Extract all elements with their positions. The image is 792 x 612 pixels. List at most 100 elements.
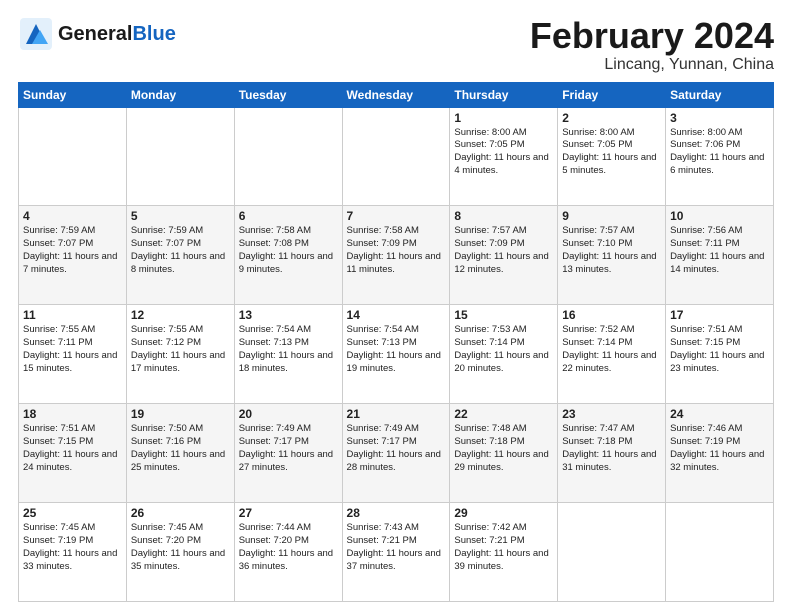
day-number: 6 <box>239 209 338 223</box>
calendar-cell: 28Sunrise: 7:43 AM Sunset: 7:21 PM Dayli… <box>342 503 450 602</box>
day-info: Sunrise: 7:58 AM Sunset: 7:08 PM Dayligh… <box>239 225 338 276</box>
col-header-saturday: Saturday <box>666 82 774 107</box>
calendar-cell: 6 Sunrise: 7:58 AM Sunset: 7:08 PM Daylig… <box>234 206 342 305</box>
calendar-cell: 23 Sunrise: 7:47 AM Sunset: 7:18 PM Dayli… <box>558 404 666 503</box>
day-number: 9 <box>562 209 661 223</box>
day-info: Sunrise: 7:44 AM Sunset: 7:20 PM Dayligh… <box>239 522 338 573</box>
calendar-header-row: SundayMondayTuesdayWednesdayThursdayFrid… <box>19 82 774 107</box>
day-number: 20 <box>239 407 338 421</box>
col-header-sunday: Sunday <box>19 82 127 107</box>
location: Lincang, Yunnan, China <box>530 56 774 74</box>
calendar-cell: 9 Sunrise: 7:57 AM Sunset: 7:10 PM Daylig… <box>558 206 666 305</box>
day-info: Sunrise: 7:58 AM Sunset: 7:09 PM Dayligh… <box>347 225 446 276</box>
calendar-cell: 11 Sunrise: 7:55 AM Sunset: 7:11 PM Dayli… <box>19 305 127 404</box>
day-number: 1 <box>454 111 553 125</box>
day-number: 16 <box>562 308 661 322</box>
day-number: 29 <box>454 506 553 520</box>
calendar-body: 1 Sunrise: 8:00 AM Sunset: 7:05 PM Daylig… <box>19 107 774 601</box>
calendar-cell: 15 Sunrise: 7:53 AM Sunset: 7:14 PM Dayli… <box>450 305 558 404</box>
day-number: 27 <box>239 506 338 520</box>
day-info: Sunrise: 7:46 AM Sunset: 7:19 PM Dayligh… <box>670 423 769 474</box>
calendar-cell <box>342 107 450 206</box>
calendar-cell: 22Sunrise: 7:48 AM Sunset: 7:18 PM Dayli… <box>450 404 558 503</box>
calendar-week-3: 11 Sunrise: 7:55 AM Sunset: 7:11 PM Dayli… <box>19 305 774 404</box>
calendar-cell: 29 Sunrise: 7:42 AM Sunset: 7:21 PM Dayli… <box>450 503 558 602</box>
col-header-monday: Monday <box>126 82 234 107</box>
day-number: 13 <box>239 308 338 322</box>
day-number: 11 <box>23 308 122 322</box>
day-info: Sunrise: 8:00 AM Sunset: 7:05 PM Dayligh… <box>454 127 553 178</box>
day-info: Sunrise: 7:59 AM Sunset: 7:07 PM Dayligh… <box>131 225 230 276</box>
day-number: 15 <box>454 308 553 322</box>
day-info: Sunrise: 7:54 AM Sunset: 7:13 PM Dayligh… <box>347 324 446 375</box>
day-info: Sunrise: 7:51 AM Sunset: 7:15 PM Dayligh… <box>23 423 122 474</box>
day-info: Sunrise: 7:53 AM Sunset: 7:14 PM Dayligh… <box>454 324 553 375</box>
logo-icon <box>18 16 54 52</box>
title-block: February 2024 Lincang, Yunnan, China <box>530 16 774 74</box>
calendar-cell: 4 Sunrise: 7:59 AM Sunset: 7:07 PM Daylig… <box>19 206 127 305</box>
day-number: 3 <box>670 111 769 125</box>
day-info: Sunrise: 7:57 AM Sunset: 7:09 PM Dayligh… <box>454 225 553 276</box>
calendar-cell: 20 Sunrise: 7:49 AM Sunset: 7:17 PM Dayli… <box>234 404 342 503</box>
day-info: Sunrise: 7:52 AM Sunset: 7:14 PM Dayligh… <box>562 324 661 375</box>
col-header-friday: Friday <box>558 82 666 107</box>
day-number: 24 <box>670 407 769 421</box>
logo-general: General <box>58 23 132 45</box>
calendar-page: GeneralBlue February 2024 Lincang, Yunna… <box>0 0 792 612</box>
day-info: Sunrise: 7:55 AM Sunset: 7:12 PM Dayligh… <box>131 324 230 375</box>
day-info: Sunrise: 7:50 AM Sunset: 7:16 PM Dayligh… <box>131 423 230 474</box>
calendar-cell: 24 Sunrise: 7:46 AM Sunset: 7:19 PM Dayli… <box>666 404 774 503</box>
day-number: 7 <box>347 209 446 223</box>
calendar-week-5: 25Sunrise: 7:45 AM Sunset: 7:19 PM Dayli… <box>19 503 774 602</box>
calendar-cell: 8 Sunrise: 7:57 AM Sunset: 7:09 PM Daylig… <box>450 206 558 305</box>
logo: GeneralBlue <box>18 16 176 52</box>
calendar-cell: 12 Sunrise: 7:55 AM Sunset: 7:12 PM Dayli… <box>126 305 234 404</box>
day-number: 23 <box>562 407 661 421</box>
calendar-cell: 27 Sunrise: 7:44 AM Sunset: 7:20 PM Dayli… <box>234 503 342 602</box>
day-number: 8 <box>454 209 553 223</box>
day-info: Sunrise: 7:56 AM Sunset: 7:11 PM Dayligh… <box>670 225 769 276</box>
calendar-cell: 21Sunrise: 7:49 AM Sunset: 7:17 PM Dayli… <box>342 404 450 503</box>
header: GeneralBlue February 2024 Lincang, Yunna… <box>18 16 774 74</box>
day-info: Sunrise: 7:49 AM Sunset: 7:17 PM Dayligh… <box>239 423 338 474</box>
day-number: 19 <box>131 407 230 421</box>
calendar-cell <box>19 107 127 206</box>
calendar-cell: 19 Sunrise: 7:50 AM Sunset: 7:16 PM Dayli… <box>126 404 234 503</box>
day-info: Sunrise: 7:55 AM Sunset: 7:11 PM Dayligh… <box>23 324 122 375</box>
day-info: Sunrise: 7:42 AM Sunset: 7:21 PM Dayligh… <box>454 522 553 573</box>
calendar-cell: 10 Sunrise: 7:56 AM Sunset: 7:11 PM Dayli… <box>666 206 774 305</box>
calendar-week-2: 4 Sunrise: 7:59 AM Sunset: 7:07 PM Daylig… <box>19 206 774 305</box>
calendar-cell: 17Sunrise: 7:51 AM Sunset: 7:15 PM Dayli… <box>666 305 774 404</box>
day-number: 12 <box>131 308 230 322</box>
day-number: 4 <box>23 209 122 223</box>
calendar-week-1: 1 Sunrise: 8:00 AM Sunset: 7:05 PM Daylig… <box>19 107 774 206</box>
day-info: Sunrise: 7:51 AM Sunset: 7:15 PM Dayligh… <box>670 324 769 375</box>
day-number: 18 <box>23 407 122 421</box>
day-info: Sunrise: 8:00 AM Sunset: 7:06 PM Dayligh… <box>670 127 769 178</box>
day-number: 2 <box>562 111 661 125</box>
calendar-week-4: 18 Sunrise: 7:51 AM Sunset: 7:15 PM Dayli… <box>19 404 774 503</box>
day-info: Sunrise: 7:45 AM Sunset: 7:19 PM Dayligh… <box>23 522 122 573</box>
day-info: Sunrise: 7:48 AM Sunset: 7:18 PM Dayligh… <box>454 423 553 474</box>
day-number: 26 <box>131 506 230 520</box>
day-info: Sunrise: 7:57 AM Sunset: 7:10 PM Dayligh… <box>562 225 661 276</box>
col-header-wednesday: Wednesday <box>342 82 450 107</box>
day-info: Sunrise: 7:47 AM Sunset: 7:18 PM Dayligh… <box>562 423 661 474</box>
calendar-cell: 18 Sunrise: 7:51 AM Sunset: 7:15 PM Dayli… <box>19 404 127 503</box>
day-info: Sunrise: 7:45 AM Sunset: 7:20 PM Dayligh… <box>131 522 230 573</box>
calendar-cell <box>666 503 774 602</box>
logo-blue: Blue <box>132 23 175 45</box>
day-number: 28 <box>347 506 446 520</box>
day-number: 10 <box>670 209 769 223</box>
calendar-cell: 5Sunrise: 7:59 AM Sunset: 7:07 PM Daylig… <box>126 206 234 305</box>
day-info: Sunrise: 7:54 AM Sunset: 7:13 PM Dayligh… <box>239 324 338 375</box>
calendar-cell: 14Sunrise: 7:54 AM Sunset: 7:13 PM Dayli… <box>342 305 450 404</box>
col-header-thursday: Thursday <box>450 82 558 107</box>
calendar-cell <box>126 107 234 206</box>
col-header-tuesday: Tuesday <box>234 82 342 107</box>
day-info: Sunrise: 7:59 AM Sunset: 7:07 PM Dayligh… <box>23 225 122 276</box>
calendar-cell: 1 Sunrise: 8:00 AM Sunset: 7:05 PM Daylig… <box>450 107 558 206</box>
calendar-table: SundayMondayTuesdayWednesdayThursdayFrid… <box>18 82 774 602</box>
calendar-cell: 26 Sunrise: 7:45 AM Sunset: 7:20 PM Dayli… <box>126 503 234 602</box>
calendar-cell: 13 Sunrise: 7:54 AM Sunset: 7:13 PM Dayli… <box>234 305 342 404</box>
